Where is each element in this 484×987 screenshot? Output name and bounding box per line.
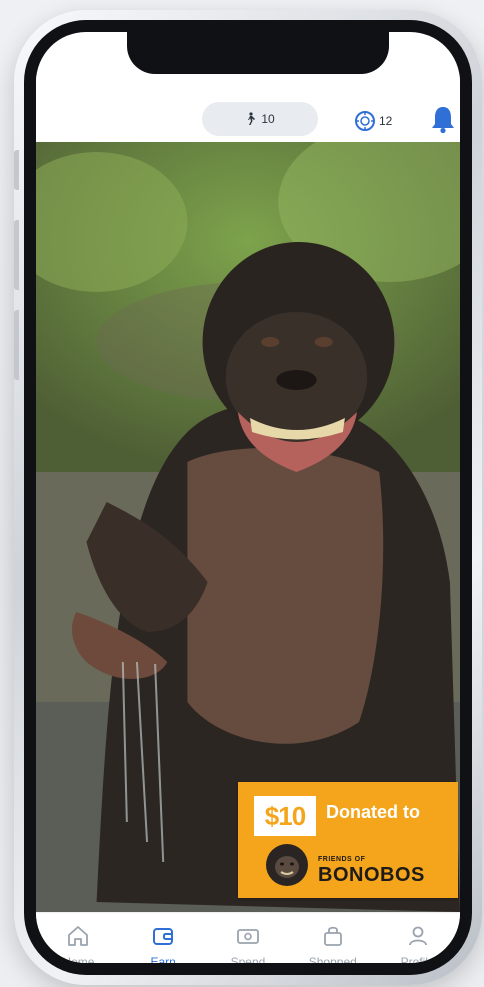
donated-text: Donated to [326,802,420,822]
notch [127,32,389,74]
tab-home-label: Home [62,955,95,963]
bag-icon [323,926,342,946]
org-name-line2: BONOBOS [318,864,425,886]
steps-count: 10 [261,112,275,126]
bell-icon[interactable] [429,104,457,134]
volume-down-button [14,310,19,380]
org-name-line1: FRIENDS OF [318,856,366,863]
hero-photo: $10 Donated to FRIENDS OF BONOBOS [36,142,460,912]
tab-shopped-label: Shopped [308,955,357,963]
tab-earn-label: Earn [150,955,176,963]
tab-earn[interactable]: Earn [123,923,203,963]
top-status-bar: 10 12 [36,74,460,142]
coins-count: 12 [379,114,393,128]
bottom-tab-bar: Home Earn Spend Shopped Profile [36,912,460,963]
phone-frame: 10 12 $10 Donated to FRIENDS OF BONOBOS … [14,10,482,985]
home-icon [68,926,89,946]
phone-bezel: 10 12 $10 Donated to FRIENDS OF BONOBOS … [24,20,472,975]
coins-indicator[interactable]: 12 [354,110,392,132]
tab-shopped[interactable]: Shopped [293,923,373,963]
tab-spend-label: Spend [230,955,266,963]
bonobo-logo-icon [266,844,308,886]
tab-profile[interactable]: Profile [378,923,458,963]
wallet-icon [153,928,174,945]
volume-up-button [14,220,19,290]
steps-pill[interactable]: 10 [202,102,318,136]
person-icon [408,926,427,946]
donation-badge[interactable]: $10 Donated to FRIENDS OF BONOBOS [238,782,458,898]
cash-icon [237,929,259,944]
donation-amount: $10 [254,796,316,836]
coin-icon [355,111,375,131]
phone-screen: 10 12 $10 Donated to FRIENDS OF BONOBOS … [36,32,460,963]
tab-profile-label: Profile [400,955,435,963]
mute-switch [14,150,19,190]
walking-icon [248,112,256,125]
tab-spend[interactable]: Spend [208,923,288,963]
tab-home[interactable]: Home [38,923,118,963]
